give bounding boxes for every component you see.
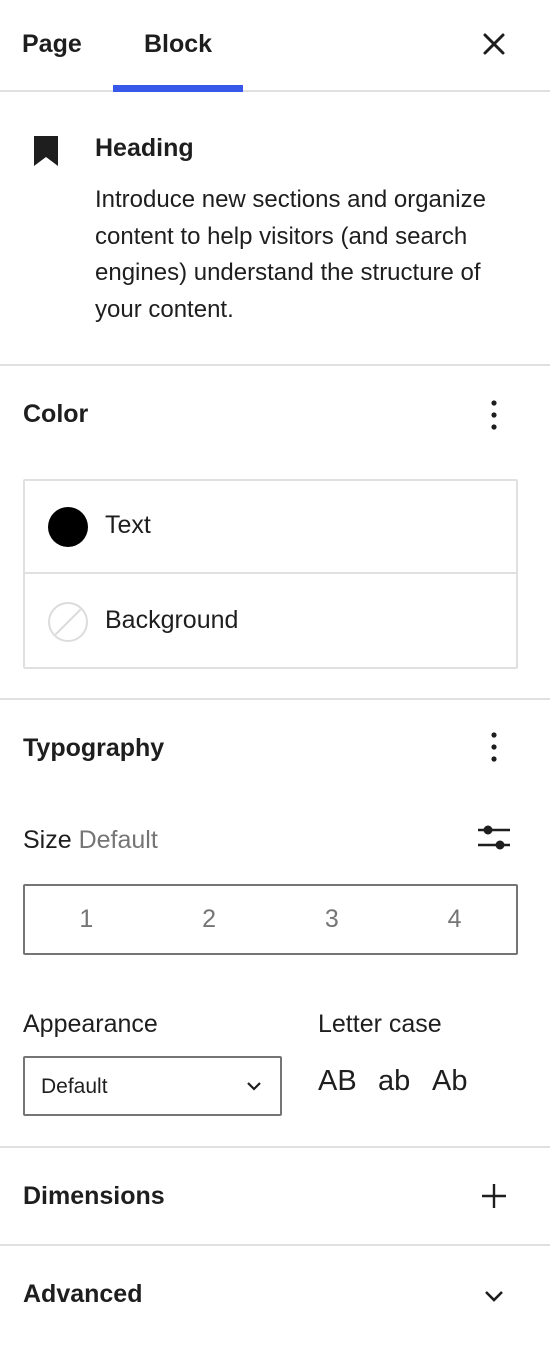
block-title: Heading xyxy=(95,134,194,162)
dimensions-panel[interactable]: Dimensions xyxy=(0,1148,550,1246)
color-item-text[interactable]: Text xyxy=(25,481,516,574)
custom-size-button[interactable] xyxy=(476,820,512,856)
font-size-label-text: Size xyxy=(23,826,72,854)
letter-case-uppercase-button[interactable]: AB xyxy=(318,1065,357,1098)
appearance-select-value: Default xyxy=(41,1075,108,1098)
font-size-value: Default xyxy=(78,826,158,854)
color-options-button[interactable] xyxy=(478,396,510,436)
dimensions-panel-title: Dimensions xyxy=(23,1182,165,1210)
more-vertical-icon xyxy=(491,400,497,430)
typography-options-button[interactable] xyxy=(478,728,510,768)
typography-panel-title: Typography xyxy=(23,734,165,762)
chevron-down-icon[interactable] xyxy=(480,1282,508,1310)
bookmark-icon xyxy=(34,136,58,166)
advanced-panel-title: Advanced xyxy=(23,1280,143,1308)
font-size-toggle-group: 1 2 3 4 xyxy=(23,884,518,955)
typography-panel: Typography Size Default 1 2 3 4 Appearan… xyxy=(0,700,550,1148)
block-description: Introduce new sections and organize cont… xyxy=(95,186,486,323)
more-vertical-icon xyxy=(491,732,497,762)
close-button[interactable] xyxy=(476,26,512,62)
font-size-option-1[interactable]: 1 xyxy=(25,886,148,953)
font-size-label: Size Default xyxy=(23,826,158,855)
letter-case-capitalize-button[interactable]: Ab xyxy=(432,1065,467,1098)
font-size-option-4[interactable]: 4 xyxy=(393,886,516,953)
letter-case-label: Letter case xyxy=(318,1010,442,1038)
background-color-swatch xyxy=(48,602,88,642)
sidebar-tabs: Page Block xyxy=(0,0,550,92)
plus-icon[interactable] xyxy=(478,1180,510,1212)
advanced-panel[interactable]: Advanced xyxy=(0,1246,550,1346)
color-options-list: Text Background xyxy=(23,479,518,669)
color-panel-title: Color xyxy=(23,400,89,428)
tab-page[interactable]: Page xyxy=(22,0,82,90)
sliders-icon xyxy=(478,825,510,850)
letter-case-lowercase-button[interactable]: ab xyxy=(378,1065,410,1098)
appearance-label: Appearance xyxy=(23,1010,158,1038)
font-size-option-3[interactable]: 3 xyxy=(271,886,394,953)
font-size-option-2[interactable]: 2 xyxy=(148,886,271,953)
close-icon xyxy=(483,33,505,55)
chevron-down-icon xyxy=(247,1082,261,1091)
color-panel: Color Text Background xyxy=(0,366,550,700)
block-card: Heading Introduce new sections and organ… xyxy=(0,92,550,366)
no-color-icon xyxy=(54,608,82,636)
color-item-label: Background xyxy=(105,606,239,634)
text-color-swatch xyxy=(48,507,88,547)
color-item-background[interactable]: Background xyxy=(25,576,516,669)
tab-block[interactable]: Block xyxy=(113,0,243,92)
color-item-label: Text xyxy=(105,511,151,539)
appearance-select[interactable]: Default xyxy=(23,1056,282,1116)
